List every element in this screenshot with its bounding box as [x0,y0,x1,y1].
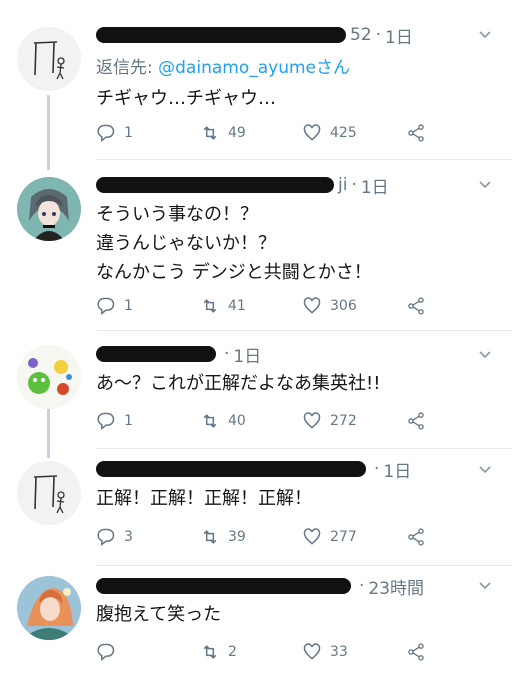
tweet[interactable]: 52 · 1日 返信先: @dainamo_ayumeさん チギャウ…チギャウ…… [0,0,512,160]
tweet-menu-chevron-down-icon[interactable] [478,178,492,192]
retweet-button[interactable]: 39 [200,527,246,547]
avatar[interactable] [17,27,81,91]
tweet-actions: 1 40 272 [96,410,472,432]
reply-button[interactable]: 3 [96,527,133,547]
timestamp[interactable]: 23時間 [368,574,424,599]
reply-icon [97,297,115,316]
tweet-actions: 1 49 425 [96,122,472,144]
avatar[interactable] [17,345,81,409]
retweet-icon [203,645,217,659]
retweet-icon [203,530,217,544]
share-icon [408,297,424,315]
timestamp[interactable]: 1日 [361,173,389,198]
timestamp[interactable]: 1日 [385,23,413,48]
share-button[interactable] [406,123,434,143]
handle-tail: 52 [350,25,372,45]
like-button[interactable]: 306 [302,296,357,316]
heart-icon [303,412,321,429]
retweet-icon [203,299,217,313]
redacted-username [96,578,351,594]
like-button[interactable]: 277 [302,527,357,547]
like-button[interactable]: 33 [302,642,348,662]
reply-icon [97,412,115,431]
timestamp[interactable]: 1日 [383,457,411,482]
retweet-button[interactable]: 40 [200,411,246,431]
replying-to: 返信先: @dainamo_ayumeさん [96,58,350,78]
tweet-text: 腹抱えて笑った [96,604,222,625]
tweet-menu-chevron-down-icon[interactable] [478,28,492,42]
tweet-menu-chevron-down-icon[interactable] [478,348,492,362]
share-icon [408,643,424,661]
tweet-text: チギャウ…チギャウ… [96,88,276,109]
like-button[interactable]: 425 [302,123,357,143]
tweet-menu-chevron-down-icon[interactable] [478,579,492,593]
tweet-actions: 1 41 306 [96,295,472,317]
share-icon [408,124,424,142]
reply-icon [97,528,115,547]
share-icon [408,412,424,430]
share-button[interactable] [406,296,434,316]
retweet-button[interactable]: 41 [200,296,246,316]
heart-icon [303,528,321,545]
reply-button[interactable]: 1 [96,296,133,316]
stick-figure-avatar-icon [17,461,81,525]
share-button[interactable] [406,527,434,547]
retweet-icon [203,414,217,428]
share-button[interactable] [406,411,434,431]
tweet-text: そういう事なの！？ 違うんじゃないか！？ なんかこう デンジと共闘とかさ！ [96,204,372,283]
retweet-icon [203,126,217,140]
tweet-header: · 1日 [96,342,472,367]
retweet-button[interactable]: 49 [200,123,246,143]
heart-icon [303,124,321,141]
reply-icon [97,643,115,662]
heart-icon [303,643,321,660]
tweet-header: · 23時間 [96,574,472,599]
tweet-actions: 3 39 277 [96,526,472,548]
tweet-menu-chevron-down-icon[interactable] [478,463,492,477]
anime-character-avatar-icon [17,177,81,241]
like-button[interactable]: 272 [302,411,357,431]
avatar[interactable] [17,177,81,241]
avatar[interactable] [17,461,81,525]
tweet[interactable]: ji · 1日 そういう事なの！？ 違うんじゃないか！？ なんかこう デンジと共… [0,160,512,331]
tweet-header: 52 · 1日 [96,23,472,48]
tweet-actions: 2 33 [96,641,472,663]
reply-icon [97,124,115,143]
tweet[interactable]: · 23時間 腹抱えて笑った 2 33 [0,566,512,680]
redacted-username [96,346,216,362]
redacted-username [96,177,334,193]
share-button[interactable] [406,642,434,662]
tweet-header: · 1日 [96,457,472,482]
reply-button[interactable]: 1 [96,123,133,143]
retweet-button[interactable]: 2 [200,642,237,662]
tweet[interactable]: · 1日 あ～？これが正解だよなあ集英社!! 1 40 272 [0,331,512,449]
timestamp[interactable]: 1日 [233,342,261,367]
tweet-feed: 52 · 1日 返信先: @dainamo_ayumeさん チギャウ…チギャウ…… [0,0,512,680]
tweet-text: あ～？これが正解だよなあ集英社!! [96,373,381,394]
avatar[interactable] [17,576,81,640]
handle-tail: ji [338,175,348,195]
stick-figure-avatar-icon [17,27,81,91]
tweet-text: 正解！正解！正解！正解！ [96,488,312,509]
anime-girl-art-avatar-icon [17,576,81,640]
tweet[interactable]: · 1日 正解！正解！正解！正解！ 3 39 277 [0,449,512,566]
reply-button[interactable]: 1 [96,411,133,431]
redacted-username [96,461,366,477]
tweet-header: ji · 1日 [96,173,472,198]
colorful-creatures-avatar-icon [17,345,81,409]
mention-link[interactable]: @dainamo_ayume [158,58,316,78]
share-icon [408,528,424,546]
reply-button[interactable] [96,642,124,662]
redacted-username [96,27,346,43]
heart-icon [303,297,321,314]
